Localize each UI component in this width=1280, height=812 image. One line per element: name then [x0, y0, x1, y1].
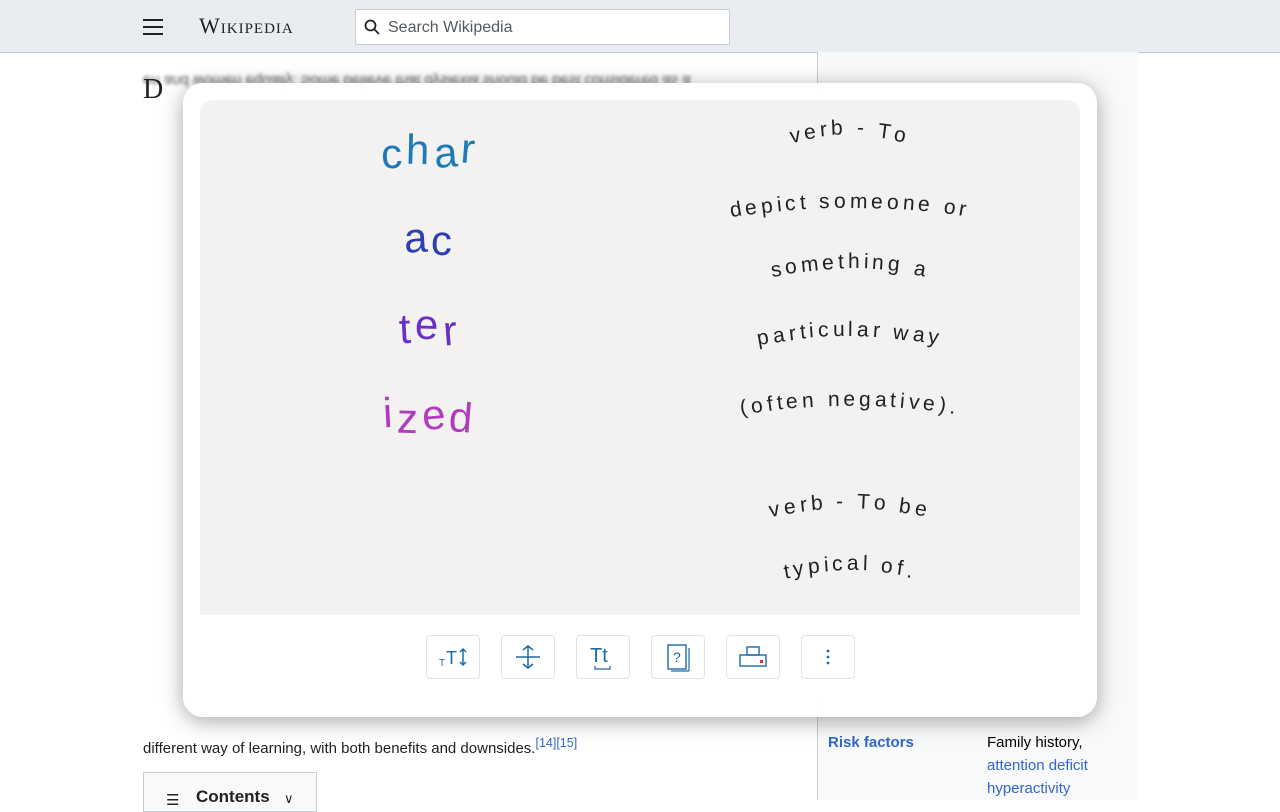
infobox-label: Risk factors — [828, 734, 914, 751]
reader-panel: char ac ter ized verb - To depict someon… — [200, 100, 1080, 700]
text-format-button[interactable]: Tt — [576, 635, 630, 679]
definition-letter: a — [856, 318, 874, 342]
definition-letter: o — [833, 190, 850, 213]
definition-letter: y — [926, 324, 945, 351]
definition-letter: m — [849, 189, 872, 214]
definition-line: particular way — [700, 318, 1000, 351]
print-button[interactable] — [726, 635, 780, 679]
definition-letter — [847, 116, 857, 140]
syllable-letter: h — [405, 125, 435, 174]
infobox-link[interactable]: hyperactivity — [987, 780, 1070, 797]
text-format-icon: Tt — [590, 645, 611, 670]
search-icon — [364, 19, 380, 35]
svg-text:?: ? — [673, 649, 681, 665]
article-line: different way of learning, with both ben… — [143, 736, 577, 757]
definition-line: verb - To be — [700, 490, 1000, 523]
footnote-link[interactable]: [14][15] — [535, 736, 577, 750]
definition-letter: m — [799, 251, 824, 277]
text-size-icon: T T — [439, 647, 467, 669]
definition-letter — [817, 388, 828, 412]
definition-letter: b — [830, 116, 848, 140]
syllable-letter: a — [431, 128, 463, 178]
syllable-letter: a — [402, 213, 433, 262]
infobox-value: Family history, — [987, 734, 1083, 751]
svg-text:Tt: Tt — [590, 645, 608, 667]
definition-letter: e — [913, 496, 933, 523]
definition-letter: T — [856, 490, 875, 514]
syllable-letter: i — [382, 388, 399, 437]
syllable-letter: r — [459, 124, 481, 173]
svg-text:T: T — [446, 648, 457, 668]
definition-letter: a — [874, 388, 891, 412]
more-options-button[interactable] — [801, 635, 855, 679]
definition-line: typical of. — [700, 552, 1000, 584]
search-input[interactable] — [386, 10, 720, 46]
picture-dictionary-icon: ? — [667, 644, 690, 672]
wikipedia-header: Wikipedia — [0, 0, 1280, 53]
syllable: ized — [350, 388, 510, 443]
print-icon — [739, 646, 767, 667]
article-text: different way of learning, with both ben… — [143, 740, 536, 757]
definition-letter: e — [785, 389, 804, 414]
page-title: D — [143, 74, 164, 105]
reader-toolbar: T T Tt ? — [200, 615, 1080, 700]
syllable-letter: r — [440, 306, 463, 355]
definition-letter: n — [801, 388, 819, 413]
syllable-letter: z — [396, 394, 423, 443]
definition-letter: c — [817, 318, 833, 342]
contents-label: Contents — [196, 787, 270, 806]
menu-icon[interactable] — [143, 19, 163, 35]
syllable-letter: c — [379, 129, 408, 178]
definition-letter: e — [821, 250, 839, 275]
text-size-button[interactable]: T T — [426, 635, 480, 679]
syllable-letter: d — [447, 393, 479, 443]
definition-letter: o — [892, 122, 912, 149]
syllable: ter — [350, 300, 510, 355]
contents-toggle[interactable]: ☰ Contents ∨ — [143, 772, 317, 812]
definition-letter: b — [809, 491, 828, 516]
definition-letter: o — [886, 190, 904, 215]
syllable: ac — [350, 213, 510, 265]
syllable-letter: c — [430, 216, 457, 265]
syllable: char — [350, 124, 510, 178]
line-spacing-icon — [516, 645, 540, 669]
definition-letter: - — [835, 489, 848, 514]
definition-letter: t — [837, 250, 849, 274]
definition-letter: h — [847, 250, 864, 273]
definition-letter: n — [827, 387, 844, 412]
syllable-letter: e — [419, 390, 451, 440]
definition-letter: s — [819, 189, 835, 214]
chevron-down-icon: ∨ — [284, 791, 294, 806]
definition-line: verb - To — [700, 116, 1000, 149]
line-spacing-button[interactable] — [501, 635, 555, 679]
definition-letter: c — [831, 552, 848, 576]
definition-line: depict someone or — [700, 190, 1000, 222]
definition-letter: e — [843, 388, 860, 411]
definition-letter: a — [846, 552, 863, 575]
definition-letter: p — [806, 554, 825, 579]
definition-letter: u — [832, 317, 849, 342]
definition-letter: c — [784, 191, 801, 216]
list-icon: ☰ — [166, 792, 180, 809]
svg-text:T: T — [439, 658, 445, 669]
definition-line: (often negative). — [700, 388, 1000, 420]
definition-letter: e — [870, 190, 888, 214]
reader-overlay: char ac ter ized verb - To depict someon… — [183, 83, 1097, 717]
more-options-icon — [826, 649, 830, 665]
word-stage: char ac ter ized verb - To depict someon… — [200, 100, 1080, 615]
wikipedia-wordmark[interactable]: Wikipedia — [199, 13, 294, 39]
definition-letter — [847, 490, 857, 514]
search-box[interactable] — [355, 9, 730, 46]
definition-line: something a — [700, 250, 1000, 283]
syllable-letter: e — [414, 300, 444, 349]
definition-letter: r — [957, 197, 973, 222]
definition-letter: g — [858, 387, 875, 412]
infobox-link[interactable]: attention deficit — [987, 757, 1088, 774]
picture-dictionary-button[interactable]: ? — [651, 635, 705, 679]
definition-letter: a — [911, 256, 932, 283]
